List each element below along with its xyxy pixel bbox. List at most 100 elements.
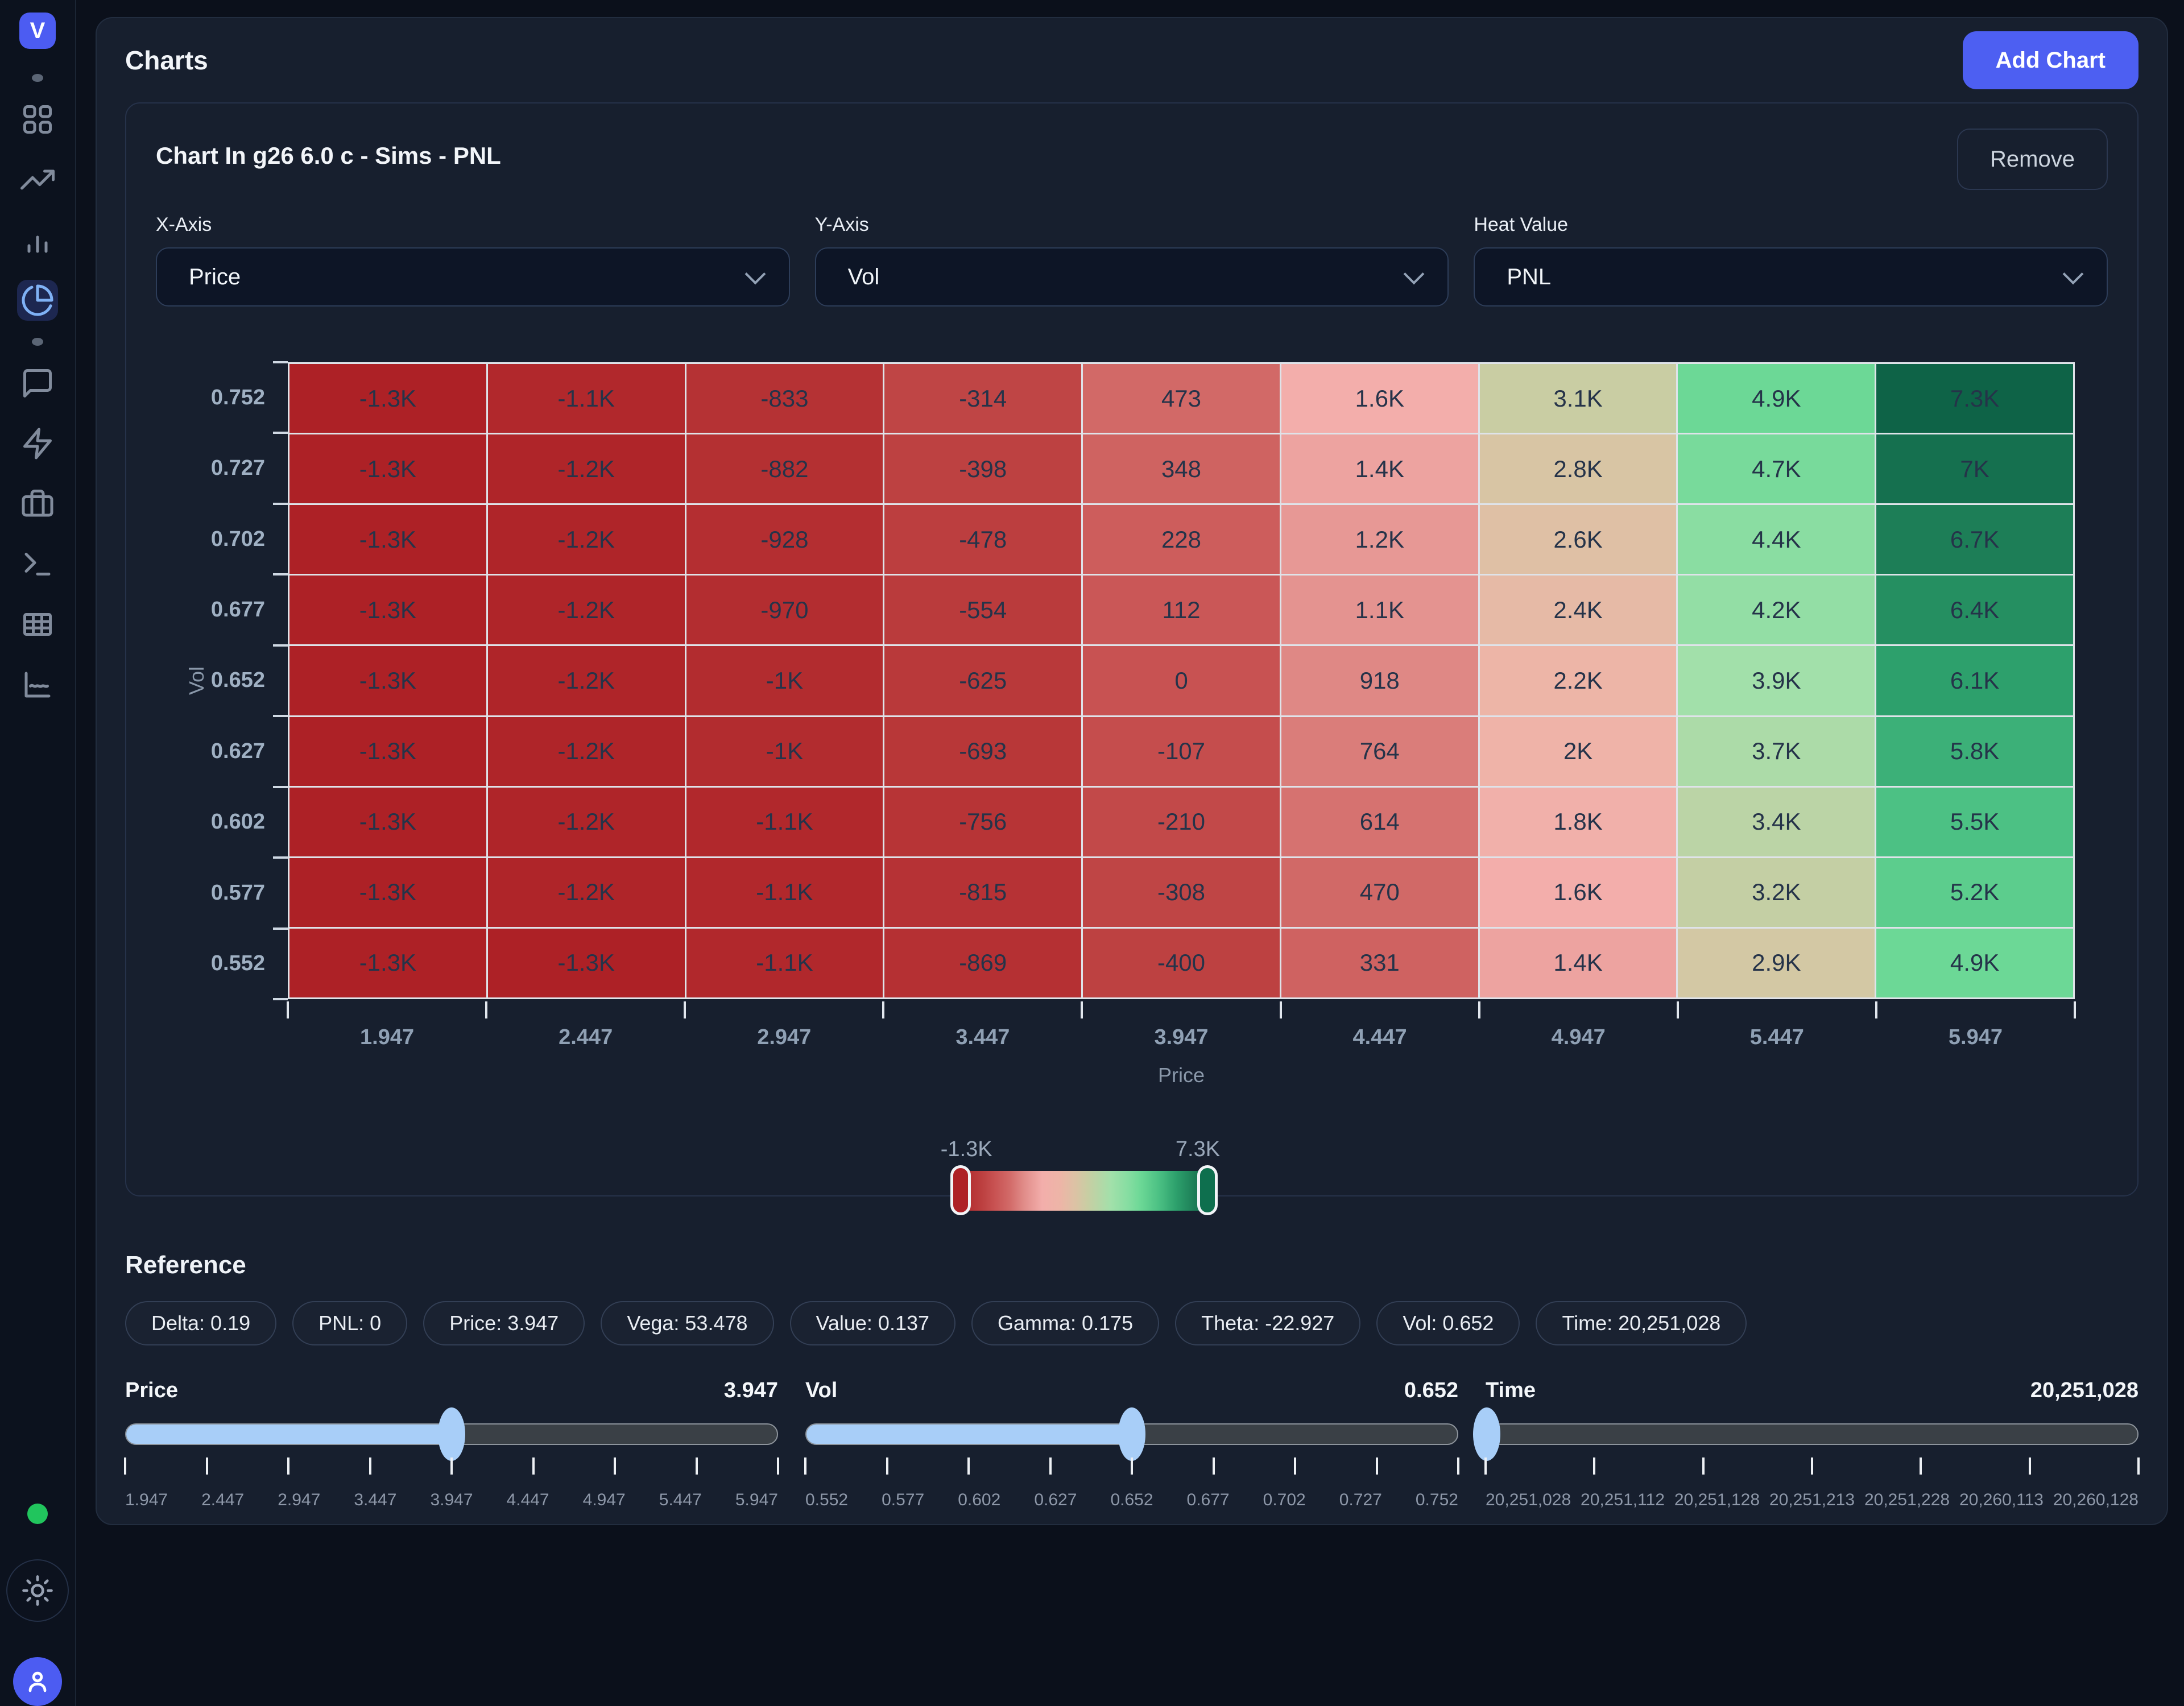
chart-card-header: Chart In g26 6.0 c - Sims - PNL Remove <box>156 129 2108 190</box>
sidebar-item-bar-charts[interactable] <box>17 220 58 260</box>
page-title: Charts <box>125 45 208 76</box>
slider-tick <box>1593 1457 1595 1475</box>
slider-tick <box>1049 1457 1052 1475</box>
legend-max-handle[interactable] <box>1197 1165 1218 1215</box>
user-avatar[interactable] <box>13 1657 62 1706</box>
slider-tick <box>1213 1457 1215 1475</box>
heatmap-cell: -1.2K <box>488 505 685 574</box>
slider-tick <box>287 1457 289 1475</box>
heatmap-cell: -1.2K <box>488 858 685 927</box>
heatmap-chart[interactable]: Vol 0.7520.7270.7020.6770.6520.6270.6020… <box>156 362 2075 1087</box>
slider-value: 0.652 <box>1404 1378 1458 1403</box>
sidebar-item-line-charts[interactable] <box>17 664 58 705</box>
remove-chart-button[interactable]: Remove <box>1957 129 2108 190</box>
trending-up-icon <box>20 163 55 197</box>
axis-controls: X-Axis Price Y-Axis Vol Heat Value <box>156 214 2108 307</box>
sidebar-item-chat[interactable] <box>17 363 58 404</box>
reference-badge: Value: 0.137 <box>790 1301 956 1345</box>
slider-tick-label: 0.727 <box>1339 1490 1382 1510</box>
reference-badge: Delta: 0.19 <box>125 1301 276 1345</box>
y-axis-select[interactable]: Vol <box>815 247 1449 307</box>
reference-sliders: Price3.9471.9472.4472.9473.4473.9474.447… <box>125 1378 2138 1510</box>
table-icon <box>20 607 55 641</box>
theme-toggle-button[interactable] <box>6 1559 69 1622</box>
y-axis-tick <box>273 786 288 788</box>
heatmap-cell: 2.2K <box>1480 646 1677 715</box>
x-axis-select[interactable]: Price <box>156 247 790 307</box>
y-tick-label: 0.702 <box>156 504 288 574</box>
slider-tick <box>777 1457 779 1475</box>
sidebar-dot <box>32 338 43 346</box>
reference-badge: Gamma: 0.175 <box>971 1301 1159 1345</box>
time-slider-thumb[interactable] <box>1473 1407 1500 1461</box>
price-slider-track[interactable] <box>125 1423 778 1445</box>
y-axis-selected-value: Vol <box>848 264 1407 290</box>
vol-slider-track[interactable] <box>805 1423 1458 1445</box>
slider-tick-label: 2.447 <box>201 1490 244 1510</box>
heatmap-cell: -1.3K <box>289 788 486 856</box>
slider-tick-label: 4.947 <box>583 1490 626 1510</box>
chat-icon <box>20 366 55 400</box>
bar-chart-icon <box>20 223 55 257</box>
x-axis-control: X-Axis Price <box>156 214 790 307</box>
slider-tick-labels: 0.5520.5770.6020.6270.6520.6770.7020.727… <box>805 1490 1458 1510</box>
heatmap-cell: -1.3K <box>488 929 685 997</box>
y-tick-label: 0.652 <box>156 645 288 716</box>
slider-tick-label: 20,251,112 <box>1581 1490 1665 1510</box>
slider-tick <box>1484 1457 1487 1475</box>
heatmap-cell: -210 <box>1083 788 1280 856</box>
price-slider-group: Price3.9471.9472.4472.9473.4473.9474.447… <box>125 1378 778 1510</box>
slider-tick-label: 20,260,113 <box>1959 1490 2044 1510</box>
slider-tick <box>450 1457 453 1475</box>
heatmap-cell: 2K <box>1480 717 1677 786</box>
heatmap-cell: 6.1K <box>1876 646 2073 715</box>
heatmap-cell: -1.3K <box>289 646 486 715</box>
add-chart-button[interactable]: Add Chart <box>1963 31 2138 89</box>
slider-tick <box>1376 1457 1378 1475</box>
slider-tick-label: 0.677 <box>1187 1490 1230 1510</box>
sidebar-item-dashboard[interactable] <box>17 99 58 140</box>
heatmap-cell: 112 <box>1083 575 1280 644</box>
heatmap-cell: -107 <box>1083 717 1280 786</box>
slider-tick-label: 4.447 <box>507 1490 549 1510</box>
heatmap-cell: 1.4K <box>1480 929 1677 997</box>
slider-tick-label: 1.947 <box>125 1490 168 1510</box>
slider-tick <box>696 1457 698 1475</box>
slider-tick <box>1702 1457 1705 1475</box>
vol-slider-thumb[interactable] <box>1118 1407 1145 1461</box>
x-axis-selected-value: Price <box>189 264 748 290</box>
sidebar-item-portfolio[interactable] <box>17 483 58 524</box>
slider-tick-labels: 20,251,02820,251,11220,251,12820,251,213… <box>1486 1490 2138 1510</box>
sidebar-item-terminal[interactable] <box>17 544 58 585</box>
heatmap-cell: 6.7K <box>1876 505 2073 574</box>
sidebar-item-charts[interactable] <box>17 280 58 321</box>
price-slider-thumb[interactable] <box>438 1407 465 1461</box>
time-slider-track[interactable] <box>1486 1423 2138 1445</box>
slider-tick-label: 0.702 <box>1263 1490 1306 1510</box>
heatmap-cell: 4.7K <box>1678 434 1875 503</box>
app-logo[interactable]: V <box>19 13 56 49</box>
heatmap-cell: 614 <box>1281 788 1478 856</box>
legend-min-handle[interactable] <box>950 1165 971 1215</box>
heat-value-select[interactable]: PNL <box>1474 247 2108 307</box>
y-axis-title: Vol <box>185 666 209 695</box>
x-axis-label: X-Axis <box>156 214 790 236</box>
sidebar-item-actions[interactable] <box>17 423 58 464</box>
x-axis-tick <box>684 1001 686 1018</box>
reference-badge: Time: 20,251,028 <box>1536 1301 1747 1345</box>
slider-ticks <box>805 1457 1458 1476</box>
heatmap-cell: -478 <box>884 505 1081 574</box>
sidebar-item-trends[interactable] <box>17 159 58 200</box>
heatmap-cell: 5.8K <box>1876 717 2073 786</box>
x-axis-tick <box>2074 1001 2076 1018</box>
y-tick-label: 0.677 <box>156 574 288 645</box>
vol-slider-group: Vol0.6520.5520.5770.6020.6270.6520.6770.… <box>805 1378 1458 1510</box>
heatmap-cell: 764 <box>1281 717 1478 786</box>
slider-tick <box>206 1457 208 1475</box>
x-tick-label: 2.947 <box>685 1025 883 1050</box>
slider-tick <box>1920 1457 1922 1475</box>
heatmap-cell: -1.3K <box>289 858 486 927</box>
slider-tick <box>1811 1457 1813 1475</box>
sidebar-item-tables[interactable] <box>17 604 58 645</box>
slider-tick-label: 5.447 <box>659 1490 702 1510</box>
